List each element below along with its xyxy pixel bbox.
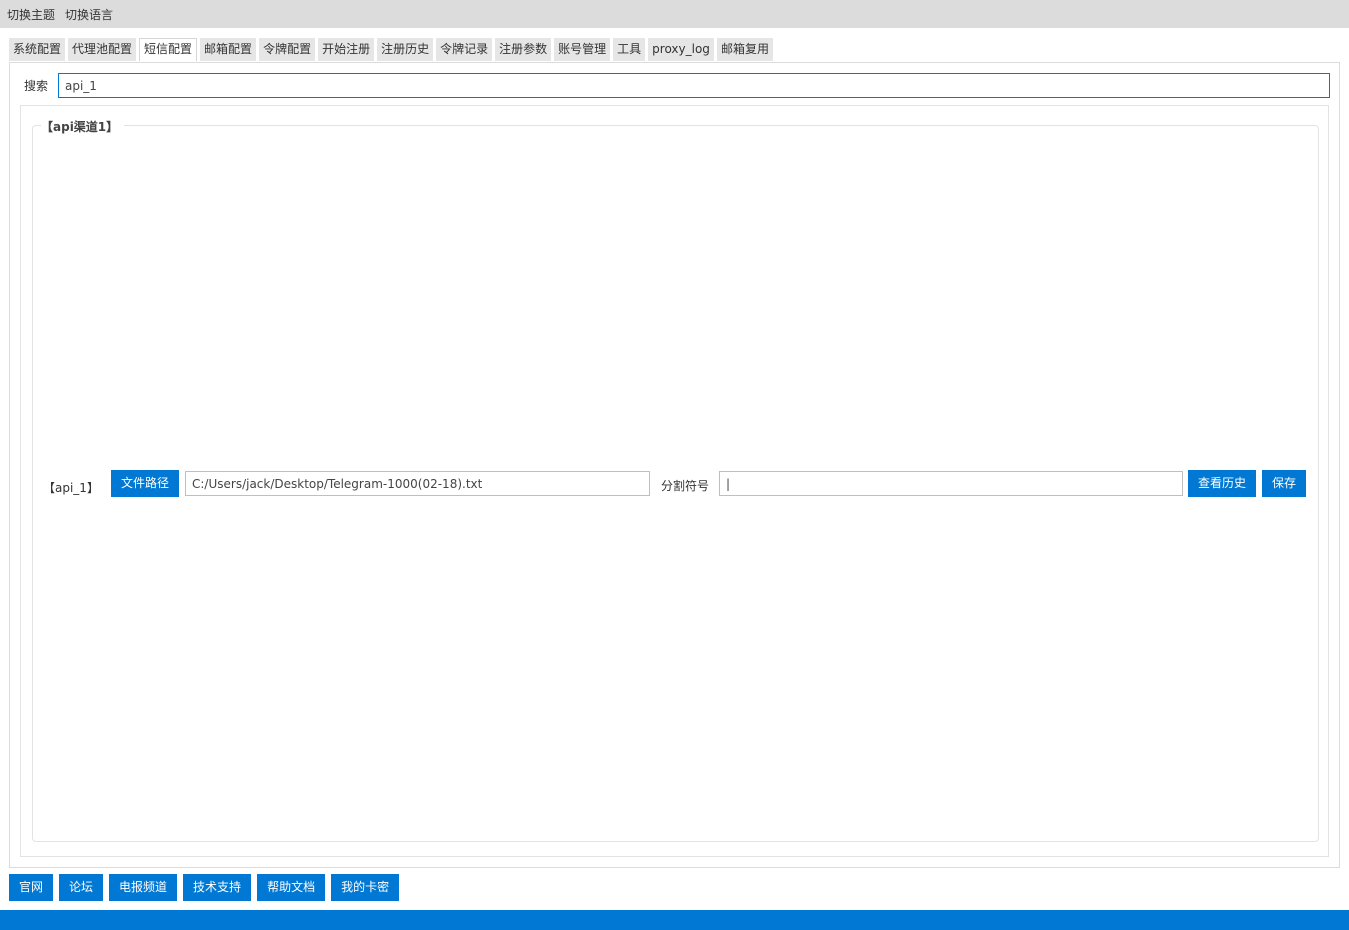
tab-register-history[interactable]: 注册历史 bbox=[377, 38, 434, 61]
api-channel-group: 【api渠道1】 【api_1】 文件路径 分割符号 查看历史 保存 bbox=[32, 118, 1319, 842]
scroll-area: 【api渠道1】 【api_1】 文件路径 分割符号 查看历史 保存 bbox=[20, 105, 1329, 857]
tab-token-config[interactable]: 令牌配置 bbox=[259, 38, 316, 61]
tab-bar: 系统配置 代理池配置 短信配置 邮箱配置 令牌配置 开始注册 注册历史 令牌记录… bbox=[9, 38, 776, 61]
menu-switch-language[interactable]: 切换语言 bbox=[65, 6, 113, 23]
tab-account-management[interactable]: 账号管理 bbox=[554, 38, 611, 61]
tab-email-config[interactable]: 邮箱配置 bbox=[200, 38, 257, 61]
sms-config-panel: 搜索 【api渠道1】 【api_1】 文件路径 分割符号 查看历史 保存 bbox=[9, 62, 1340, 868]
file-path-button[interactable]: 文件路径 bbox=[111, 470, 179, 497]
telegram-channel-button[interactable]: 电报频道 bbox=[109, 874, 178, 901]
tab-token-records[interactable]: 令牌记录 bbox=[436, 38, 493, 61]
official-site-button[interactable]: 官网 bbox=[9, 874, 54, 901]
tab-proxy-pool-config[interactable]: 代理池配置 bbox=[68, 38, 137, 61]
tab-sms-config[interactable]: 短信配置 bbox=[139, 38, 198, 61]
footer-button-bar: 官网 论坛 电报频道 技术支持 帮助文档 我的卡密 bbox=[9, 874, 405, 901]
tab-email-reuse[interactable]: 邮箱复用 bbox=[716, 38, 773, 61]
save-button[interactable]: 保存 bbox=[1262, 470, 1306, 497]
tab-proxy-log[interactable]: proxy_log bbox=[648, 38, 714, 61]
file-path-field[interactable] bbox=[185, 471, 650, 496]
search-label: 搜索 bbox=[24, 79, 49, 93]
menu-switch-theme[interactable]: 切换主题 bbox=[7, 6, 55, 23]
api-row-label: 【api_1】 bbox=[43, 481, 99, 495]
separator-label: 分割符号 bbox=[661, 479, 710, 493]
tech-support-button[interactable]: 技术支持 bbox=[183, 874, 252, 901]
tab-tools[interactable]: 工具 bbox=[613, 38, 646, 61]
top-menubar: 切换主题 切换语言 bbox=[0, 0, 1349, 28]
view-history-button[interactable]: 查看历史 bbox=[1188, 470, 1256, 497]
forum-button[interactable]: 论坛 bbox=[59, 874, 104, 901]
tab-start-register[interactable]: 开始注册 bbox=[318, 38, 375, 61]
separator-field[interactable] bbox=[719, 471, 1183, 496]
my-card-key-button[interactable]: 我的卡密 bbox=[331, 874, 400, 901]
tab-system-config[interactable]: 系统配置 bbox=[9, 38, 66, 61]
status-bar bbox=[0, 910, 1349, 930]
tab-register-params[interactable]: 注册参数 bbox=[495, 38, 552, 61]
help-docs-button[interactable]: 帮助文档 bbox=[257, 874, 326, 901]
group-title: 【api渠道1】 bbox=[41, 118, 125, 135]
search-input[interactable] bbox=[58, 73, 1330, 98]
